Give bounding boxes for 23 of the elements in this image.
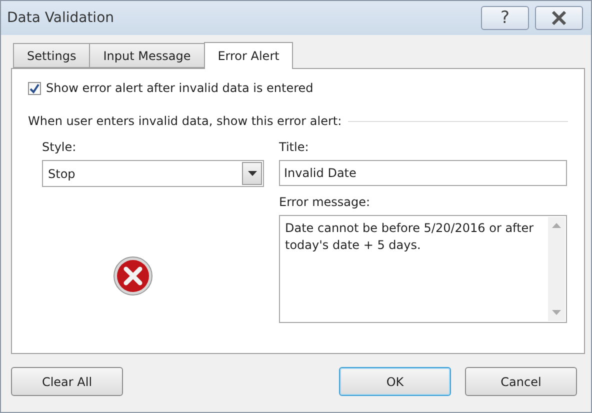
dialog-button[interactable]: Cancel — [465, 367, 577, 396]
dialog-button[interactable]: Clear All — [11, 367, 123, 396]
message-field[interactable]: Date cannot be before 5/20/2016 or after today's date + 5 days. — [279, 215, 567, 323]
title-field[interactable]: Invalid Date — [279, 160, 567, 186]
tab[interactable]: Input Message — [89, 43, 205, 68]
close-icon — [550, 11, 568, 25]
dialog-button[interactable]: OK — [339, 367, 451, 396]
field-label: Title: — [279, 140, 310, 154]
close-button[interactable] — [535, 6, 583, 30]
field-label: Style: — [42, 140, 78, 154]
field-label: Error message: — [279, 195, 372, 209]
caret-icon — [248, 171, 256, 176]
style-dropdown[interactable]: Stop — [42, 160, 264, 187]
tab[interactable]: Error Alert — [204, 42, 294, 69]
tab[interactable]: Settings — [13, 43, 90, 68]
help-button[interactable]: ? — [481, 6, 529, 30]
checkbox[interactable] — [28, 82, 41, 94]
scroll-bar[interactable] — [548, 217, 565, 321]
error-icon — [113, 256, 153, 296]
dropdown-button[interactable] — [242, 162, 262, 185]
group-label: When user enters invalid data, show this error alert: — [28, 114, 342, 128]
checkbox-label: Show error alert after invalid data is entered — [46, 81, 314, 95]
window-title: Data Validation — [7, 10, 116, 26]
